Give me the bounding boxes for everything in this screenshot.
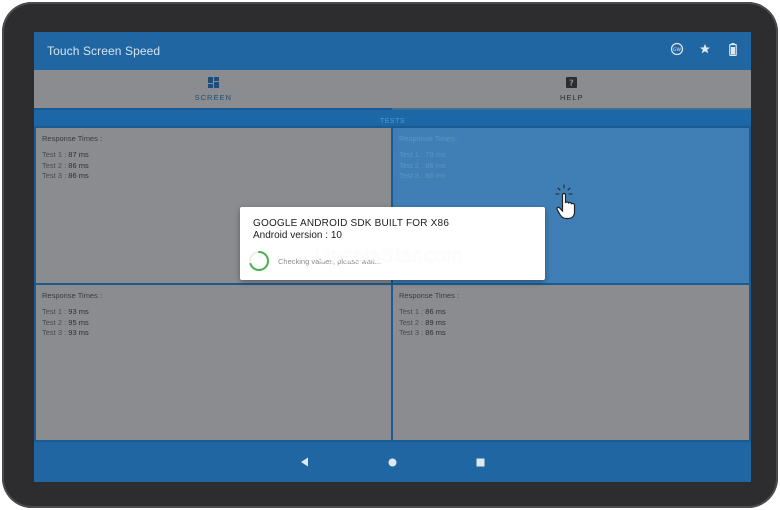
- response-times-heading: Response Times :: [42, 134, 103, 143]
- tab-help[interactable]: ? HELP: [393, 70, 752, 108]
- app-bar: Touch Screen Speed GW: [34, 32, 751, 70]
- grid-icon: [207, 77, 219, 89]
- response-times-heading: Response Times :: [42, 291, 103, 300]
- app-bar-actions: GW: [669, 41, 741, 57]
- test-row: Test 2 : 86 ms: [42, 160, 89, 170]
- back-icon[interactable]: [299, 456, 311, 468]
- help-icon: ?: [566, 77, 578, 89]
- test-results: Test 1 : 93 ms Test 2 : 95 ms Test 3 : 9…: [42, 307, 89, 339]
- test-row: Test 3 : 86 ms: [399, 171, 446, 180]
- test-row: Test 2 : 95 ms: [42, 317, 89, 327]
- test-row: Test 2 : 89 ms: [399, 317, 446, 327]
- battery-icon[interactable]: [725, 41, 741, 57]
- tab-bar: SCREEN ? HELP: [34, 70, 751, 108]
- loading-spinner-icon: [248, 250, 270, 272]
- response-times-heading: Response Times :: [399, 291, 460, 300]
- test-cell-bottom-left[interactable]: Response Times : Test 1 : 93 ms Test 2 :…: [36, 285, 391, 440]
- response-times-heading: Response Times :: [399, 134, 460, 143]
- device-name: GOOGLE ANDROID SDK BUILT FOR X86: [253, 218, 450, 229]
- svg-text:GW: GW: [673, 47, 681, 53]
- tests-strip-label: TESTS: [379, 118, 406, 125]
- test-results: Test 1 : 86 ms Test 2 : 89 ms Test 3 : 8…: [399, 307, 446, 339]
- test-row: Test 2 : 86 ms: [399, 160, 446, 170]
- tab-help-label: HELP: [559, 92, 584, 102]
- app-title: Touch Screen Speed: [47, 44, 161, 58]
- device-info-dialog: GOOGLE ANDROID SDK BUILT FOR X86 Android…: [240, 207, 545, 280]
- test-row: Test 3 : 86 ms: [399, 328, 446, 337]
- test-cell-bottom-right[interactable]: Response Times : Test 1 : 86 ms Test 2 :…: [393, 285, 749, 440]
- star-icon[interactable]: [697, 41, 713, 57]
- updatestar-watermark: UpdateStar.com: [315, 245, 463, 267]
- test-grid: Response Times : Test 1 : 87 ms Test 2 :…: [34, 126, 751, 442]
- test-results: Test 1 : 79 ms Test 2 : 86 ms Test 3 : 8…: [399, 150, 446, 182]
- test-row: Test 1 : 93 ms: [42, 307, 89, 316]
- android-nav-bar: [34, 442, 751, 482]
- test-row: Test 3 : 93 ms: [42, 328, 89, 337]
- speed-badge-icon[interactable]: GW: [669, 41, 685, 57]
- tests-strip: TESTS: [34, 110, 751, 126]
- tab-screen-label: SCREEN: [194, 92, 232, 102]
- test-results: Test 1 : 87 ms Test 2 : 86 ms Test 3 : 8…: [42, 150, 89, 182]
- tab-screen[interactable]: SCREEN: [34, 70, 393, 108]
- recents-icon[interactable]: [475, 456, 487, 468]
- test-row: Test 1 : 79 ms: [399, 150, 446, 159]
- test-row: Test 3 : 86 ms: [42, 171, 89, 180]
- touch-hand-icon: [555, 184, 581, 225]
- test-row: Test 1 : 87 ms: [42, 150, 89, 159]
- home-icon[interactable]: [387, 456, 399, 468]
- test-row: Test 1 : 86 ms: [399, 307, 446, 316]
- android-version: Android version : 10: [253, 230, 342, 241]
- svg-text:?: ?: [569, 79, 574, 88]
